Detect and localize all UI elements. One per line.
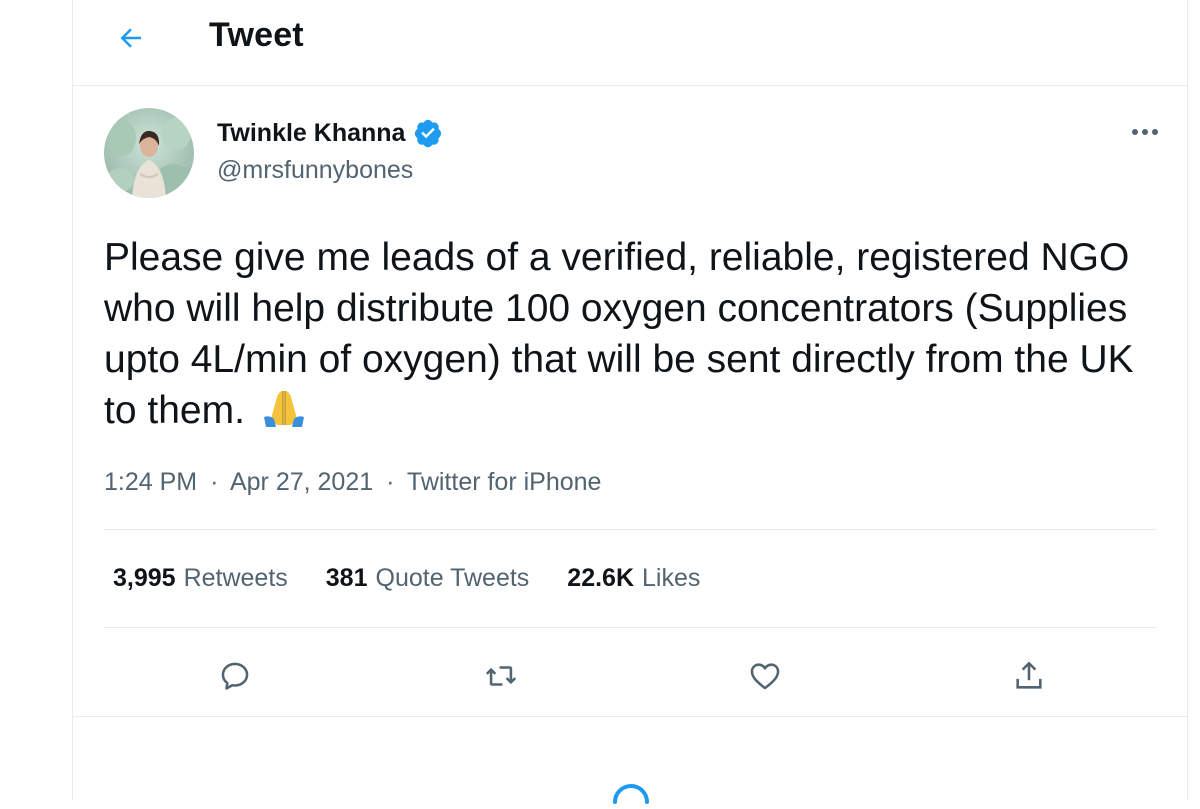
meta-separator: · <box>210 468 219 496</box>
divider <box>104 529 1157 530</box>
stat-count: 3,995 <box>113 564 176 592</box>
reply-icon <box>221 662 249 690</box>
tweet-page: Tweet Twinkle Khanna @mrsfunnybones Plea… <box>72 0 1188 804</box>
author-name[interactable]: Twinkle Khanna <box>217 119 405 148</box>
share-button[interactable] <box>1007 654 1051 698</box>
stat-count: 22.6K <box>567 564 635 592</box>
share-icon <box>1016 661 1042 689</box>
arrow-left-icon <box>120 28 141 48</box>
reply-button[interactable] <box>213 654 257 698</box>
quote-tweets-stat[interactable]: 381 Quote Tweets <box>326 564 530 593</box>
retweets-stat[interactable]: 3,995 Retweets <box>113 564 288 593</box>
tweet-actions <box>213 654 1113 698</box>
stat-label: Likes <box>642 564 701 592</box>
meta-separator: · <box>386 468 395 496</box>
page-title: Tweet <box>209 16 304 54</box>
retweet-icon <box>485 666 517 686</box>
folded-hands-icon <box>260 387 308 442</box>
stat-label: Retweets <box>183 564 288 592</box>
likes-stat[interactable]: 22.6K Likes <box>567 564 700 593</box>
tweet-time[interactable]: 1:24 PM <box>104 468 197 496</box>
tweet-stats: 3,995 Retweets 381 Quote Tweets 22.6K Li… <box>113 564 700 593</box>
like-button[interactable] <box>743 654 787 698</box>
more-options-button[interactable] <box>1123 116 1167 148</box>
more-options-icon <box>1132 129 1158 135</box>
tweet-date[interactable]: Apr 27, 2021 <box>230 468 373 496</box>
stat-label: Quote Tweets <box>375 564 530 592</box>
retweet-button[interactable] <box>479 654 523 698</box>
verified-badge-icon <box>415 119 442 148</box>
profile-photo <box>104 108 194 198</box>
stat-count: 381 <box>325 564 368 592</box>
author-handle[interactable]: @mrsfunnybones <box>217 156 413 185</box>
divider <box>73 716 1187 717</box>
avatar[interactable] <box>104 108 194 198</box>
author-name-row[interactable]: Twinkle Khanna <box>217 118 443 148</box>
top-bar: Tweet <box>73 0 1187 86</box>
like-icon <box>750 663 780 690</box>
tweet-body: Please give me leads of a verified, reli… <box>104 236 1134 432</box>
tweet-text: Please give me leads of a verified, reli… <box>104 232 1164 442</box>
divider <box>104 627 1157 628</box>
loading-spinner-icon <box>611 784 651 809</box>
tweet-meta: 1:24 PM · Apr 27, 2021 · Twitter for iPh… <box>104 468 601 497</box>
tweet-source[interactable]: Twitter for iPhone <box>407 468 602 496</box>
back-button[interactable] <box>111 18 151 58</box>
